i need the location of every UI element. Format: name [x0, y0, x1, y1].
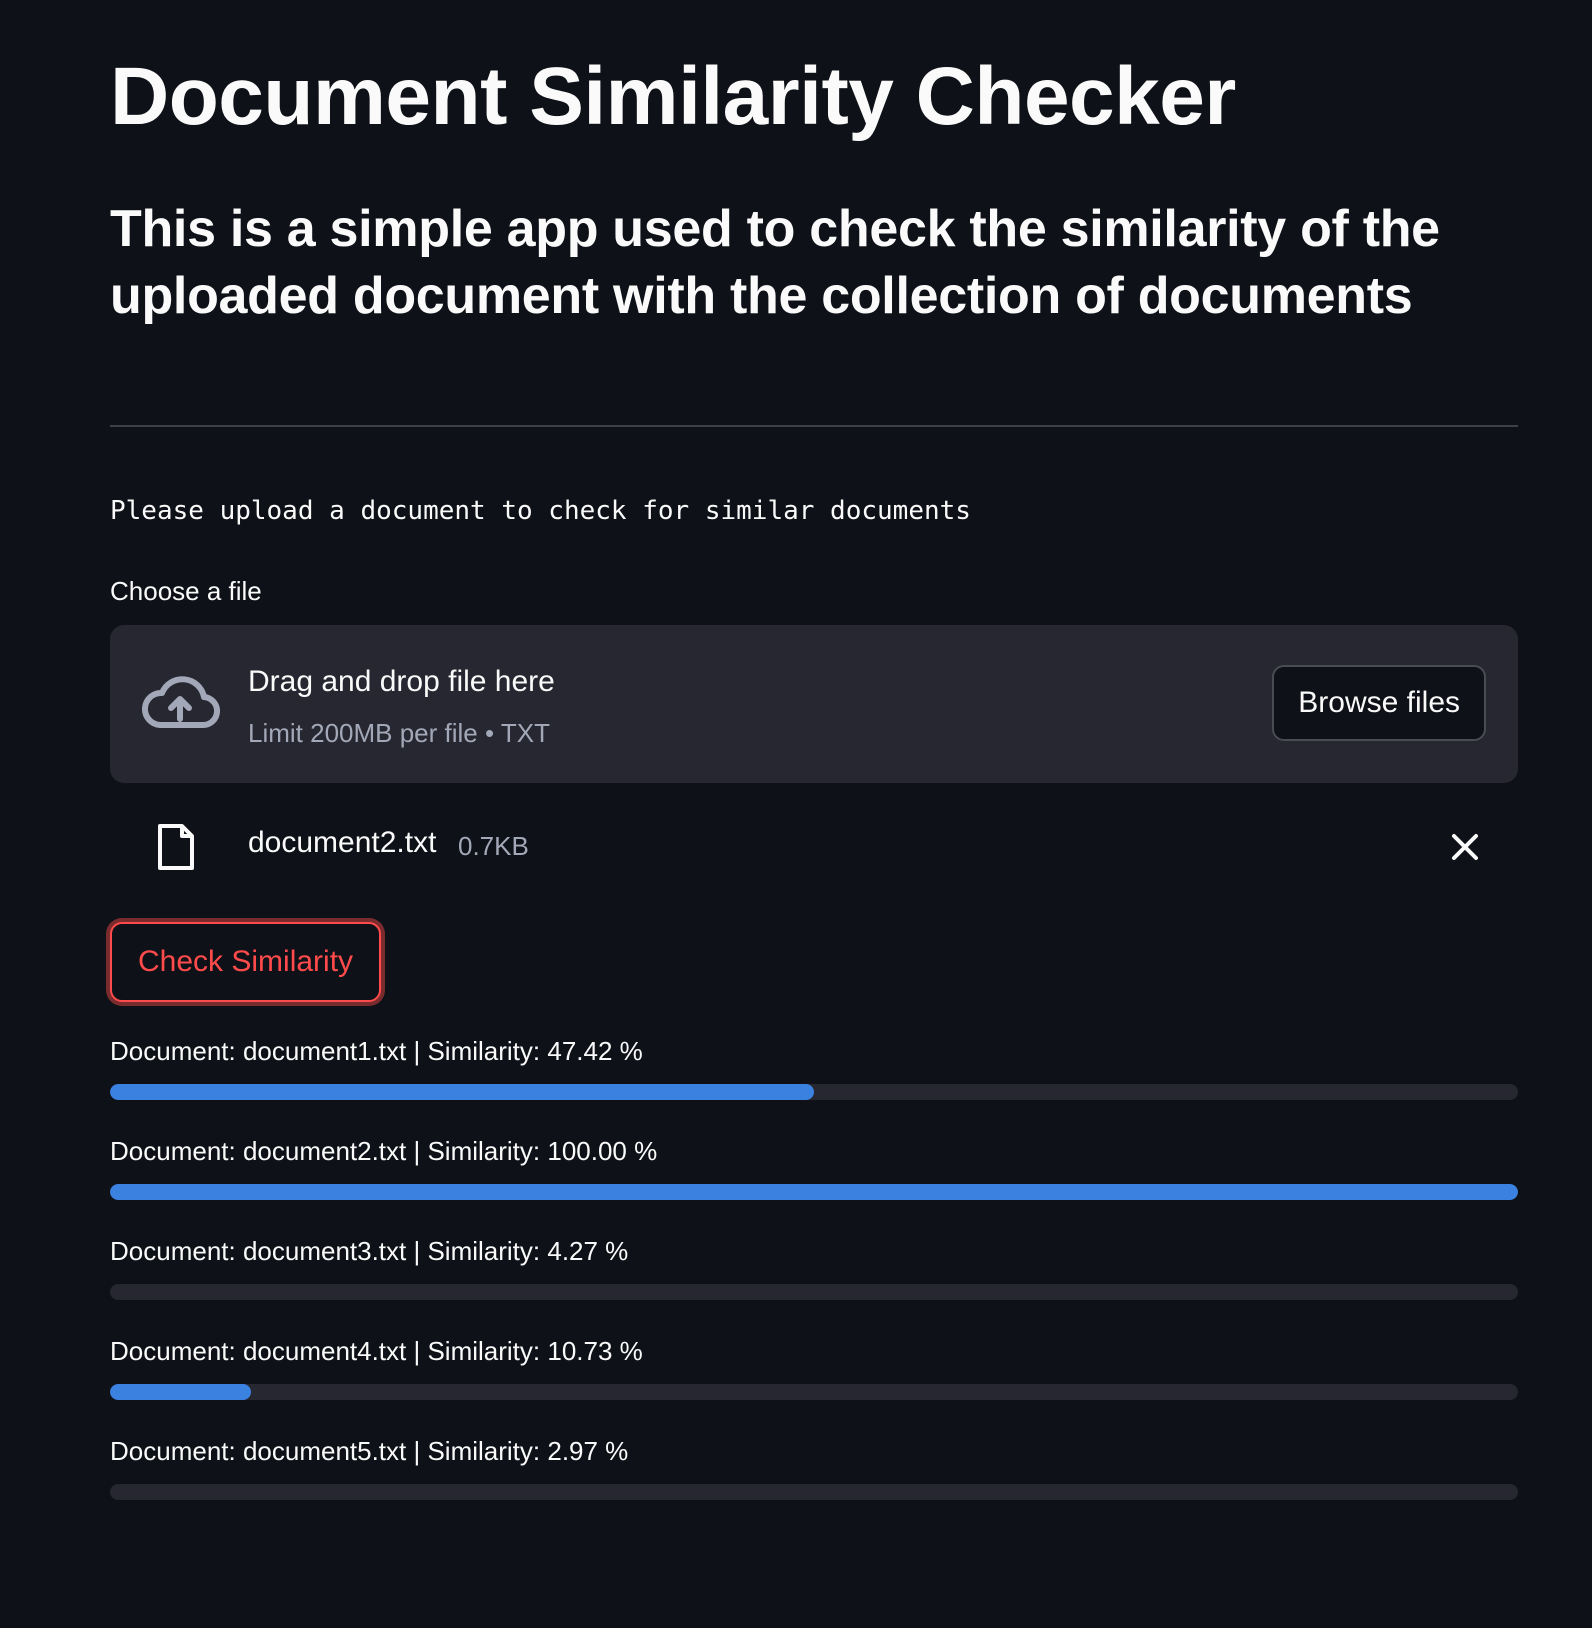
result-item: Document: document2.txt | Similarity: 10… [110, 1130, 1518, 1230]
progress-bar [110, 1284, 1518, 1300]
result-label: Document: document5.txt | Similarity: 2.… [110, 1436, 629, 1466]
page-subtitle: This is a simple app used to check the s… [110, 200, 1440, 325]
uploaded-file-size: 0.7KB [458, 831, 529, 861]
divider [110, 425, 1518, 427]
result-label: Document: document4.txt | Similarity: 10… [110, 1336, 643, 1366]
progress-bar [110, 1384, 1518, 1400]
uploaded-file-name: document2.txt [248, 826, 437, 859]
result-item: Document: document1.txt | Similarity: 47… [110, 1030, 1518, 1130]
progress-bar [110, 1184, 1518, 1200]
dropzone-limit: Limit 200MB per file • TXT [248, 718, 550, 748]
progress-fill [110, 1384, 251, 1400]
browse-files-button[interactable]: Browse files [1272, 665, 1486, 741]
file-icon [158, 824, 194, 870]
file-dropzone[interactable]: Drag and drop file here Limit 200MB per … [110, 625, 1518, 783]
check-similarity-button[interactable]: Check Similarity [110, 922, 382, 1002]
progress-bar [110, 1084, 1518, 1100]
result-label: Document: document3.txt | Similarity: 4.… [110, 1236, 629, 1266]
result-item: Document: document5.txt | Similarity: 2.… [110, 1430, 1518, 1530]
result-label: Document: document2.txt | Similarity: 10… [110, 1136, 658, 1166]
results-list: Document: document1.txt | Similarity: 47… [110, 1030, 1518, 1530]
close-icon[interactable] [1448, 830, 1482, 864]
progress-fill [110, 1184, 1518, 1200]
progress-fill [110, 1084, 814, 1100]
cloud-upload-icon [142, 676, 220, 729]
dropzone-instructions: Drag and drop file here [248, 665, 555, 698]
result-item: Document: document3.txt | Similarity: 4.… [110, 1230, 1518, 1330]
result-item: Document: document4.txt | Similarity: 10… [110, 1330, 1518, 1430]
file-uploader-label: Choose a file [110, 576, 262, 606]
page-title: Document Similarity Checker [110, 51, 1236, 142]
result-label: Document: document1.txt | Similarity: 47… [110, 1036, 643, 1066]
progress-bar [110, 1484, 1518, 1500]
upload-prompt: Please upload a document to check for si… [110, 496, 971, 526]
uploaded-file-row: document2.txt 0.7KB [110, 812, 1518, 882]
